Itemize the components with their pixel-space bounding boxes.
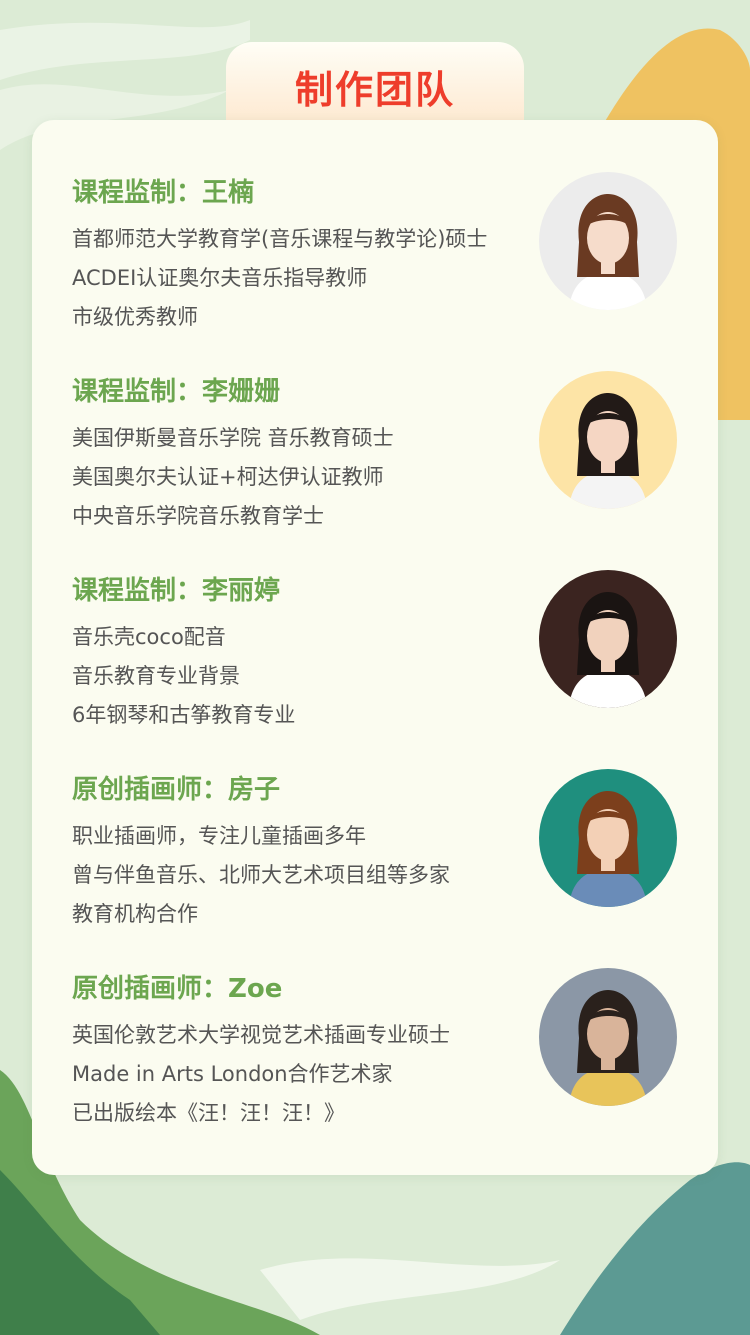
member-photo [539, 769, 677, 907]
credential-line: 已出版绘本《汪！汪！汪！》 [72, 1101, 345, 1125]
credential-line: 市级优秀教师 [72, 305, 198, 329]
credential-line: ACDEI认证奥尔夫音乐指导教师 [72, 266, 368, 290]
credential-line: Made in Arts London合作艺术家 [72, 1062, 393, 1086]
member-title: 课程监制：李丽婷 [72, 576, 281, 606]
member-credentials: 首都师范大学教育学(音乐课程与教学论)硕士 ACDEI认证奥尔夫音乐指导教师 市级优… [72, 220, 487, 337]
credential-line: 音乐壳coco配音 [72, 625, 226, 649]
team-member: 原创插画师：房子职业插画师，专注儿童插画多年曾与伴鱼音乐、北师大艺术项目组等多家… [72, 769, 692, 939]
credential-line: 英国伦敦艺术大学视觉艺术插画专业硕士 [72, 1023, 450, 1047]
credential-line: 教育机构合作 [72, 902, 198, 926]
credential-line: 美国伊斯曼音乐学院 音乐教育硕士 [72, 426, 394, 450]
team-card: 课程监制：王楠首都师范大学教育学(音乐课程与教学论)硕士 ACDEI认证奥尔夫音乐… [32, 120, 718, 1175]
credential-line: 首都师范大学教育学(音乐课程与教学论)硕士 [72, 227, 488, 251]
member-photo [539, 570, 677, 708]
teal-hill-right [560, 1162, 750, 1335]
credential-line: 美国奥尔夫认证+柯达伊认证教师 [72, 465, 384, 489]
team-member: 课程监制：李姗姗美国伊斯曼音乐学院 音乐教育硕士 美国奥尔夫认证+柯达伊认证教师中… [72, 371, 692, 541]
member-title: 课程监制：王楠 [72, 178, 255, 208]
member-photo [539, 371, 677, 509]
team-member: 原创插画师：Zoe 英国伦敦艺术大学视觉艺术插画专业硕士 Made in Arts … [72, 968, 692, 1138]
mist-swirl-bottom [260, 1258, 560, 1320]
portrait-illustration [539, 570, 677, 708]
member-credentials: 英国伦敦艺术大学视觉艺术插画专业硕士 Made in Arts London合作艺… [72, 1016, 450, 1133]
member-title: 课程监制：李姗姗 [72, 377, 281, 407]
member-title: 原创插画师：房子 [72, 775, 281, 805]
member-photo [539, 172, 677, 310]
team-member: 课程监制：王楠首都师范大学教育学(音乐课程与教学论)硕士 ACDEI认证奥尔夫音乐… [72, 172, 692, 342]
credential-line: 6年钢琴和古筝教育专业 [72, 703, 296, 727]
member-credentials: 职业插画师，专注儿童插画多年曾与伴鱼音乐、北师大艺术项目组等多家 教育机构合作 [72, 817, 450, 934]
portrait-illustration [539, 968, 677, 1106]
credential-line: 中央音乐学院音乐教育学士 [72, 504, 324, 528]
credential-line: 职业插画师，专注儿童插画多年 [72, 824, 366, 848]
page-title: 制作团队 [294, 68, 455, 112]
member-credentials: 美国伊斯曼音乐学院 音乐教育硕士 美国奥尔夫认证+柯达伊认证教师 中央音乐学院音乐教… [72, 419, 394, 536]
credential-line: 音乐教育专业背景 [72, 664, 240, 688]
credential-line: 曾与伴鱼音乐、北师大艺术项目组等多家 [72, 863, 450, 887]
mist-swirl-top [0, 20, 250, 80]
header-tab: 制作团队 [226, 42, 524, 128]
portrait-illustration [539, 769, 677, 907]
portrait-illustration [539, 172, 677, 310]
member-title: 原创插画师：Zoe [72, 974, 283, 1004]
member-credentials: 音乐壳coco配音 音乐教育专业背景 6年钢琴和古筝教育专业 [72, 618, 295, 735]
team-member: 课程监制：李丽婷音乐壳coco配音 音乐教育专业背景 6年钢琴和古筝教育专业 [72, 570, 692, 740]
portrait-illustration [539, 371, 677, 509]
member-photo [539, 968, 677, 1106]
